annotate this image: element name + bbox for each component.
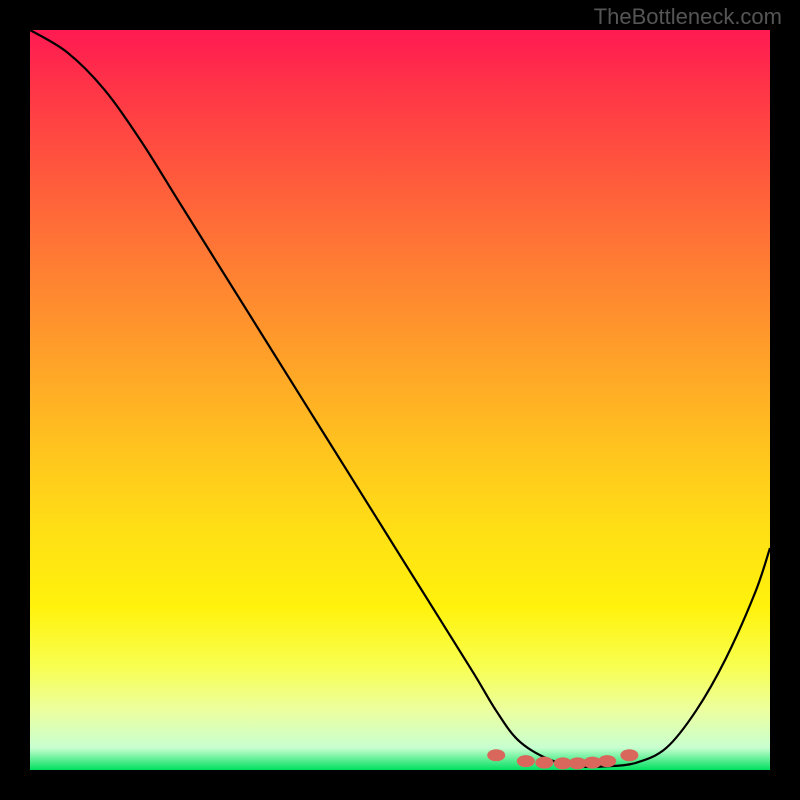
chart-svg	[30, 30, 770, 770]
watermark-text: TheBottleneck.com	[594, 4, 782, 30]
marker-dot	[620, 749, 638, 761]
marker-dot	[487, 749, 505, 761]
marker-dot	[517, 755, 535, 767]
marker-dot	[535, 757, 553, 769]
marker-dot	[598, 755, 616, 767]
plot-area	[30, 30, 770, 770]
curve-line	[30, 30, 770, 767]
chart-container: TheBottleneck.com	[0, 0, 800, 800]
